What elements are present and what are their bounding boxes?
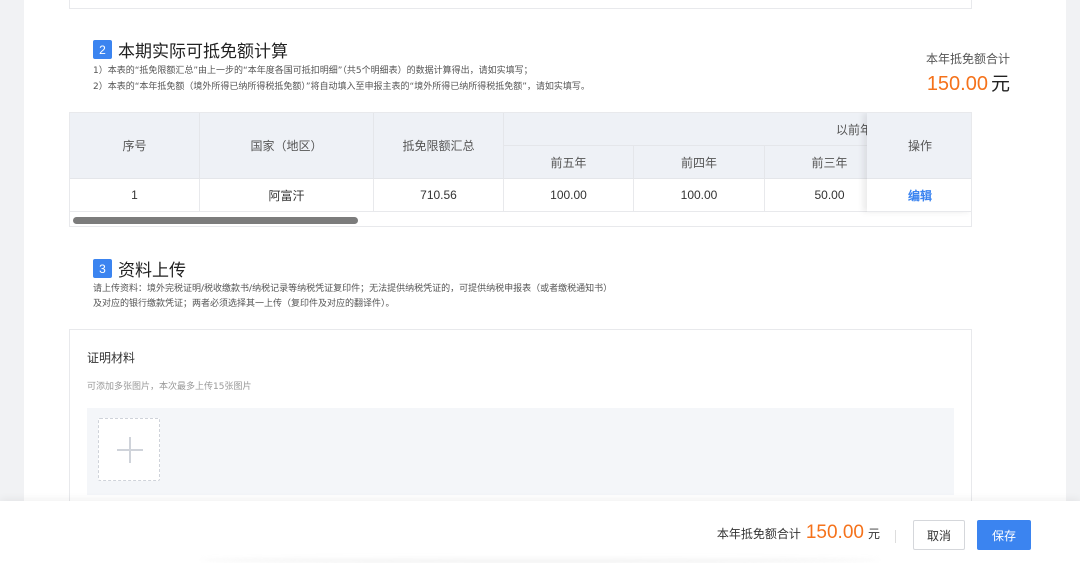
section-2-note-2: 2）本表的“本年抵免额（境外所得已纳所得税抵免额）”将自动填入至申报主表的“境外… bbox=[93, 82, 590, 92]
horizontal-scrollbar[interactable] bbox=[70, 214, 971, 226]
section-2-number: 2 bbox=[93, 40, 112, 59]
previous-section-card bbox=[69, 0, 972, 9]
th-index: 序号 bbox=[70, 113, 200, 179]
footer-total-unit: 元 bbox=[867, 527, 880, 541]
footer-shadow bbox=[200, 557, 880, 563]
section-3-note-1: 请上传资料：境外完税证明/税收缴款书/纳税记录等纳税凭证复印件；无法提供纳税凭证… bbox=[93, 284, 613, 294]
upload-drop-zone bbox=[87, 408, 954, 495]
cell-operation: 编辑 bbox=[867, 179, 971, 212]
section-3-header: 3 资料上传 bbox=[93, 256, 186, 281]
cancel-button[interactable]: 取消 bbox=[913, 520, 965, 550]
th-limit-total: 抵免限额汇总 bbox=[374, 113, 504, 179]
section-3-title: 资料上传 bbox=[118, 261, 186, 281]
section-2-total: 本年抵免额合计 150.00 元 bbox=[926, 50, 1010, 96]
cell-prev-4: 100.00 bbox=[634, 179, 765, 212]
footer-total: 本年抵免额合计 150.00 元 bbox=[717, 522, 880, 544]
upload-card-hint: 可添加多张图片，本次最多上传15张图片 bbox=[87, 382, 252, 392]
section-3-note-2: 及对应的银行缴款凭证；两者必须选择其一上传（复印件及对应的翻译件）。 bbox=[93, 299, 395, 309]
section-2-total-value: 150.00 bbox=[926, 73, 988, 95]
th-country: 国家（地区） bbox=[200, 113, 374, 179]
credit-table: 序号 国家（地区） 抵免限额汇总 以前年 前五年 前四年 前三年 1 阿富汗 7… bbox=[69, 112, 972, 227]
section-2-total-label: 本年抵免额合计 bbox=[925, 52, 1010, 66]
footer-total-label: 本年抵免额合计 bbox=[716, 527, 801, 541]
section-3-number: 3 bbox=[93, 259, 112, 278]
footer-divider bbox=[895, 530, 896, 543]
cell-country: 阿富汗 bbox=[200, 179, 374, 212]
add-image-button[interactable] bbox=[98, 418, 160, 481]
cell-prev-5: 100.00 bbox=[504, 179, 634, 212]
th-prev-5: 前五年 bbox=[504, 146, 634, 179]
section-2-header: 2 本期实际可抵免额计算 bbox=[93, 37, 288, 62]
th-prev-4: 前四年 bbox=[634, 146, 765, 179]
th-operation: 操作 bbox=[867, 113, 971, 179]
plus-icon bbox=[117, 437, 143, 463]
edit-link[interactable]: 编辑 bbox=[908, 187, 932, 204]
operation-column: 操作 编辑 bbox=[867, 113, 971, 212]
save-button[interactable]: 保存 bbox=[977, 520, 1031, 550]
scrollbar-thumb[interactable] bbox=[73, 217, 358, 224]
footer-total-value: 150.00 bbox=[805, 522, 864, 543]
section-2-note-1: 1）本表的“抵免限额汇总”由上一步的“本年度各国可抵扣明细”（共5个明细表）的数… bbox=[93, 66, 533, 76]
cell-limit-total: 710.56 bbox=[374, 179, 504, 212]
section-2-total-unit: 元 bbox=[990, 73, 1010, 95]
section-2-title: 本期实际可抵免额计算 bbox=[118, 42, 288, 62]
cell-index: 1 bbox=[70, 179, 200, 212]
upload-card-title: 证明材料 bbox=[87, 351, 136, 365]
